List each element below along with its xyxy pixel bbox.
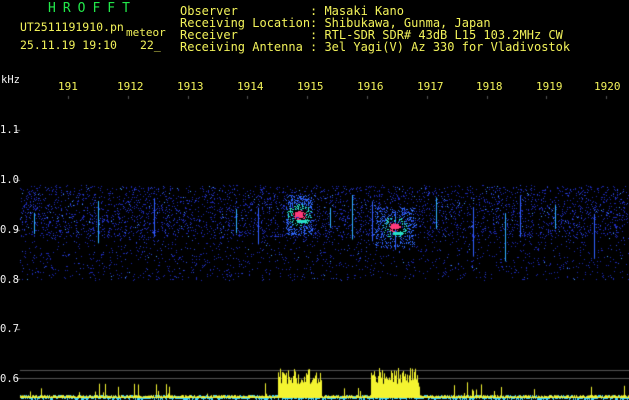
freq-tick: 0.6 [0, 373, 19, 385]
freq-tick: 0.7 [0, 323, 19, 335]
spectrogram-plot [0, 0, 629, 400]
freq-tick: 0.9 [0, 224, 19, 236]
time-tick: 1916 [357, 80, 384, 93]
time-tick: 191 [58, 80, 78, 93]
time-tick: 1917 [417, 80, 444, 93]
antenna-label: Receiving Antenna [180, 40, 303, 54]
time-tick: 1918 [476, 80, 503, 93]
time-tick: 1914 [237, 80, 264, 93]
file-name: UT2511191910.pn [20, 20, 124, 34]
app-title: HROFFT [48, 1, 137, 16]
freq-tick: 0.8 [0, 274, 19, 286]
time-tick: 1919 [536, 80, 563, 93]
frequency-unit-label: kHz [1, 74, 20, 86]
time-tick: 1912 [117, 80, 144, 93]
freq-tick: 1.0 [0, 174, 19, 186]
time-tick: 1915 [297, 80, 324, 93]
freq-tick: 1.1 [0, 124, 19, 136]
time-tick: 1913 [177, 80, 204, 93]
time-tick: 1920 [594, 80, 621, 93]
capture-datetime: 25.11.19 19:10 [20, 38, 117, 52]
antenna-value: : 3el Yagi(V) Az 330 for Vladivostok [310, 40, 571, 54]
event-type-label: meteor [126, 26, 166, 39]
event-count: 22_ [140, 38, 161, 52]
